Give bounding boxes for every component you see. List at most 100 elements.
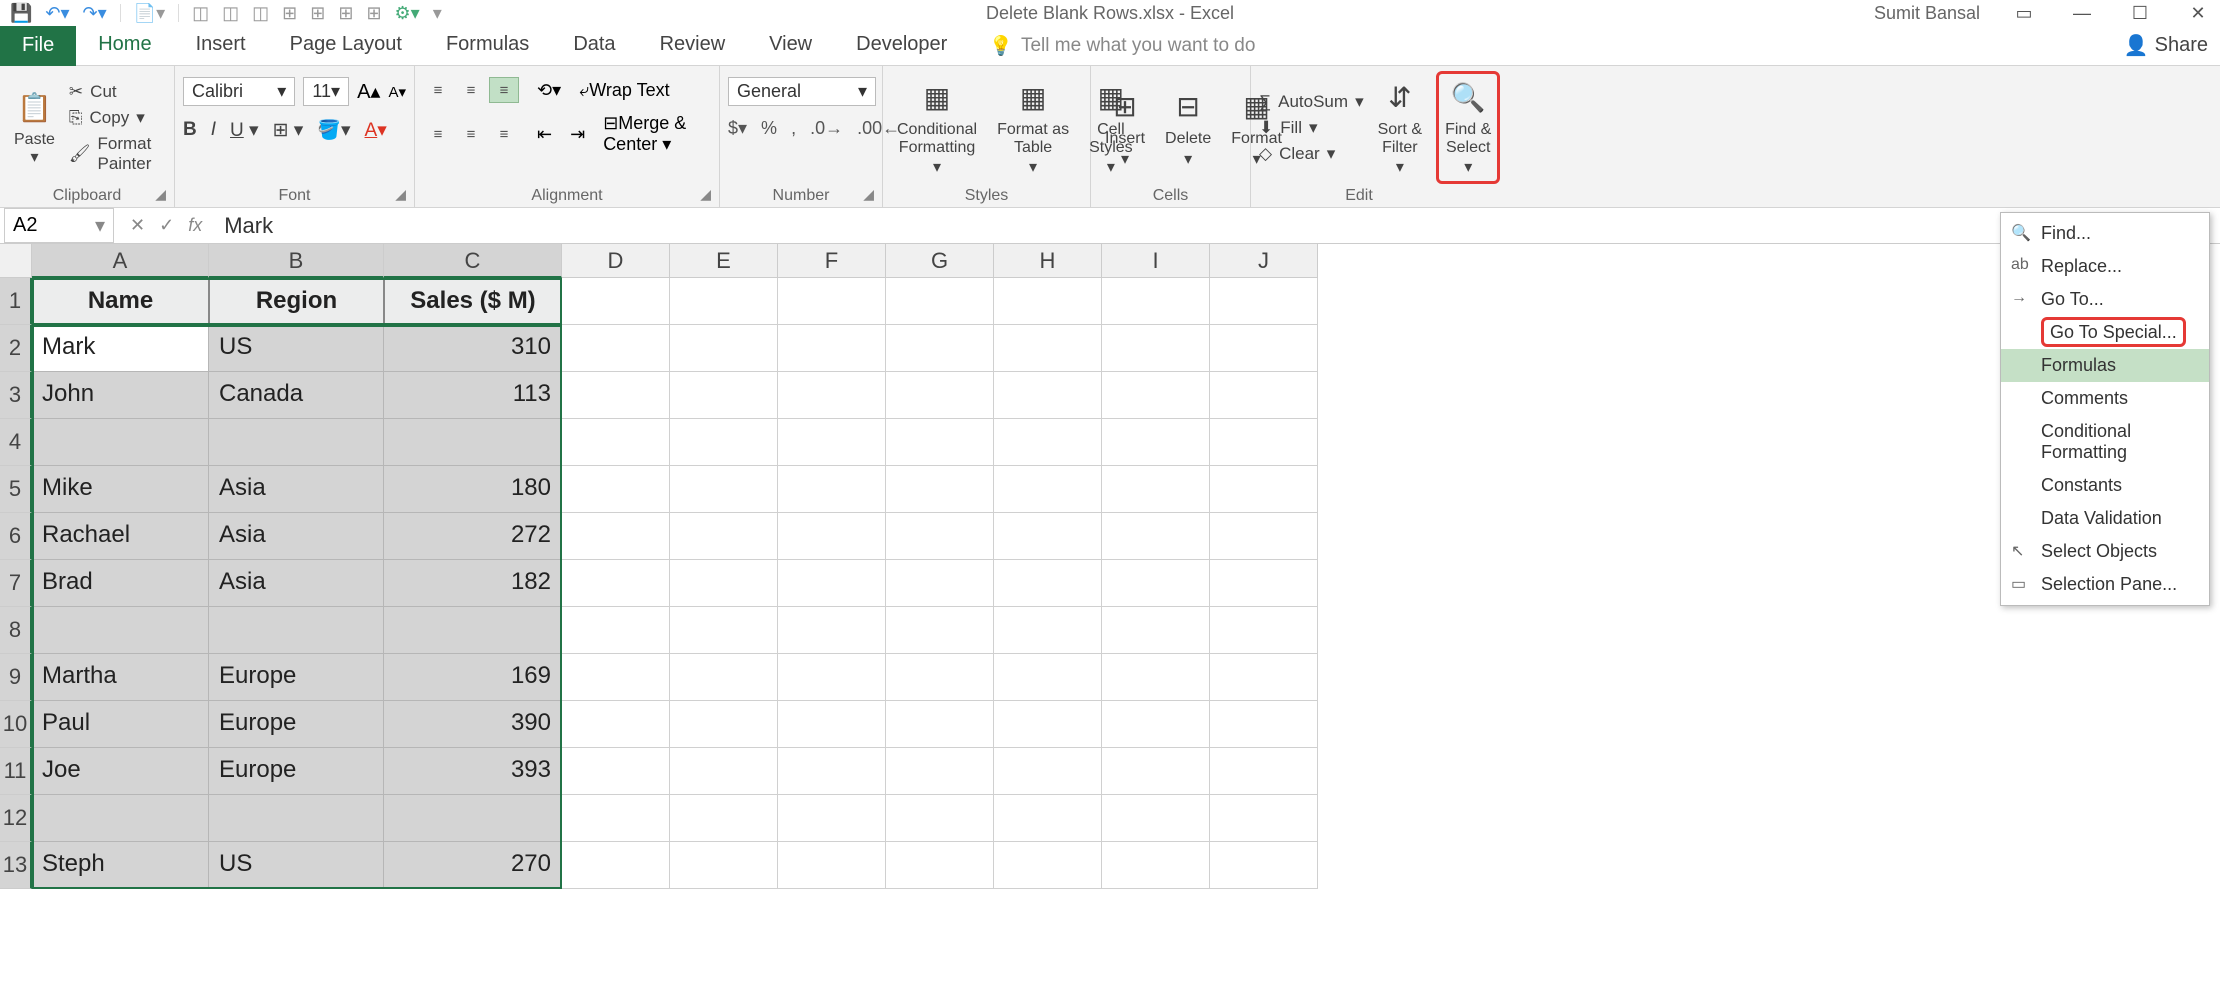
qat-icon[interactable]: ⊞ bbox=[310, 3, 325, 24]
column-header-A[interactable]: A bbox=[32, 244, 209, 278]
fill-color-button[interactable]: 🪣▾ bbox=[317, 118, 350, 142]
row-header-4[interactable]: 4 bbox=[0, 419, 32, 466]
cancel-formula-icon[interactable]: ✕ bbox=[130, 215, 145, 236]
user-name[interactable]: Sumit Bansal bbox=[1874, 3, 1980, 24]
paste-button[interactable]: 📋 Paste▾ bbox=[8, 86, 61, 168]
cell-I11[interactable] bbox=[1102, 748, 1210, 795]
insert-cells-button[interactable]: ⊞Insert▾ bbox=[1099, 85, 1151, 170]
cell-F11[interactable] bbox=[778, 748, 886, 795]
conditional-formatting-button[interactable]: ▦Conditional Formatting▾ bbox=[891, 76, 983, 179]
cell-C1[interactable]: Sales ($ M) bbox=[384, 278, 562, 325]
increase-decimal-button[interactable]: .0→ bbox=[810, 118, 843, 139]
menu-item-find---[interactable]: Find...🔍 bbox=[2001, 217, 2209, 250]
enter-formula-icon[interactable]: ✓ bbox=[159, 215, 174, 236]
cell-J9[interactable] bbox=[1210, 654, 1318, 701]
cell-E3[interactable] bbox=[670, 372, 778, 419]
italic-button[interactable]: I bbox=[211, 119, 216, 141]
cell-B13[interactable]: US bbox=[209, 842, 384, 889]
format-as-table-button[interactable]: ▦Format as Table▾ bbox=[991, 76, 1075, 179]
cell-I4[interactable] bbox=[1102, 419, 1210, 466]
cell-F5[interactable] bbox=[778, 466, 886, 513]
delete-cells-button[interactable]: ⊟Delete▾ bbox=[1159, 85, 1217, 170]
cell-E2[interactable] bbox=[670, 325, 778, 372]
orientation-button[interactable]: ⟲▾ bbox=[537, 80, 561, 101]
select-all-button[interactable] bbox=[0, 244, 32, 278]
cell-F6[interactable] bbox=[778, 513, 886, 560]
cell-G3[interactable] bbox=[886, 372, 994, 419]
cell-B3[interactable]: Canada bbox=[209, 372, 384, 419]
cell-E5[interactable] bbox=[670, 466, 778, 513]
row-header-10[interactable]: 10 bbox=[0, 701, 32, 748]
percent-format-button[interactable]: % bbox=[761, 118, 777, 139]
qat-icon[interactable]: ◫ bbox=[252, 3, 269, 24]
row-header-1[interactable]: 1 bbox=[0, 278, 32, 325]
redo-icon[interactable]: ↷▾ bbox=[83, 3, 107, 24]
autosum-button[interactable]: ∑AutoSum ▾ bbox=[1259, 92, 1364, 112]
cell-B11[interactable]: Europe bbox=[209, 748, 384, 795]
cell-D7[interactable] bbox=[562, 560, 670, 607]
dialog-launcher-icon[interactable]: ◢ bbox=[863, 186, 874, 203]
cell-I5[interactable] bbox=[1102, 466, 1210, 513]
cell-F9[interactable] bbox=[778, 654, 886, 701]
formula-bar[interactable]: Mark bbox=[214, 209, 2220, 243]
cell-E10[interactable] bbox=[670, 701, 778, 748]
row-header-6[interactable]: 6 bbox=[0, 513, 32, 560]
increase-indent-button[interactable]: ⇥ bbox=[570, 124, 585, 145]
menu-item-comments[interactable]: Comments bbox=[2001, 382, 2209, 415]
menu-item-constants[interactable]: Constants bbox=[2001, 469, 2209, 502]
cell-A4[interactable] bbox=[32, 419, 209, 466]
cell-I1[interactable] bbox=[1102, 278, 1210, 325]
cell-G4[interactable] bbox=[886, 419, 994, 466]
cell-F12[interactable] bbox=[778, 795, 886, 842]
cell-D11[interactable] bbox=[562, 748, 670, 795]
ribbon-tab-developer[interactable]: Developer bbox=[834, 23, 969, 69]
cell-H8[interactable] bbox=[994, 607, 1102, 654]
menu-item-replace---[interactable]: Replace...ab bbox=[2001, 250, 2209, 283]
cell-I8[interactable] bbox=[1102, 607, 1210, 654]
copy-button[interactable]: ⎘Copy ▾ bbox=[69, 108, 166, 128]
save-icon[interactable]: 💾 bbox=[10, 3, 32, 24]
ribbon-tab-insert[interactable]: Insert bbox=[174, 23, 268, 69]
cell-H9[interactable] bbox=[994, 654, 1102, 701]
fx-icon[interactable]: fx bbox=[188, 215, 202, 236]
qat-icon[interactable]: ◫ bbox=[192, 3, 209, 24]
cell-B7[interactable]: Asia bbox=[209, 560, 384, 607]
cell-H7[interactable] bbox=[994, 560, 1102, 607]
cell-I7[interactable] bbox=[1102, 560, 1210, 607]
align-bottom-button[interactable]: ≡ bbox=[489, 77, 519, 103]
cell-G1[interactable] bbox=[886, 278, 994, 325]
row-header-12[interactable]: 12 bbox=[0, 795, 32, 842]
undo-icon[interactable]: ↶▾ bbox=[45, 3, 69, 24]
cell-A2[interactable]: Mark bbox=[32, 325, 209, 372]
cell-D13[interactable] bbox=[562, 842, 670, 889]
cell-G11[interactable] bbox=[886, 748, 994, 795]
cell-H6[interactable] bbox=[994, 513, 1102, 560]
menu-item-data-validation[interactable]: Data Validation bbox=[2001, 502, 2209, 535]
cell-J6[interactable] bbox=[1210, 513, 1318, 560]
cell-D2[interactable] bbox=[562, 325, 670, 372]
cell-B8[interactable] bbox=[209, 607, 384, 654]
column-header-D[interactable]: D bbox=[562, 244, 670, 278]
ribbon-tab-view[interactable]: View bbox=[747, 23, 834, 69]
cell-A12[interactable] bbox=[32, 795, 209, 842]
ribbon-tab-data[interactable]: Data bbox=[551, 23, 637, 69]
qat-icon[interactable]: 📄▾ bbox=[134, 3, 165, 24]
column-header-I[interactable]: I bbox=[1102, 244, 1210, 278]
cell-C7[interactable]: 182 bbox=[384, 560, 562, 607]
cell-C12[interactable] bbox=[384, 795, 562, 842]
cell-G10[interactable] bbox=[886, 701, 994, 748]
minimize-icon[interactable]: — bbox=[2068, 3, 2096, 24]
align-left-button[interactable]: ≡ bbox=[423, 121, 453, 147]
fill-button[interactable]: ⬇Fill ▾ bbox=[1259, 118, 1364, 138]
cell-A10[interactable]: Paul bbox=[32, 701, 209, 748]
cell-A1[interactable]: Name bbox=[32, 278, 209, 325]
border-button[interactable]: ⊞ ▾ bbox=[273, 119, 304, 142]
dialog-launcher-icon[interactable]: ◢ bbox=[155, 186, 166, 203]
cell-E4[interactable] bbox=[670, 419, 778, 466]
cell-J5[interactable] bbox=[1210, 466, 1318, 513]
menu-item-formulas[interactable]: Formulas bbox=[2001, 349, 2209, 382]
row-header-11[interactable]: 11 bbox=[0, 748, 32, 795]
cell-I3[interactable] bbox=[1102, 372, 1210, 419]
cell-G9[interactable] bbox=[886, 654, 994, 701]
qat-more-icon[interactable]: ▾ bbox=[433, 3, 442, 24]
